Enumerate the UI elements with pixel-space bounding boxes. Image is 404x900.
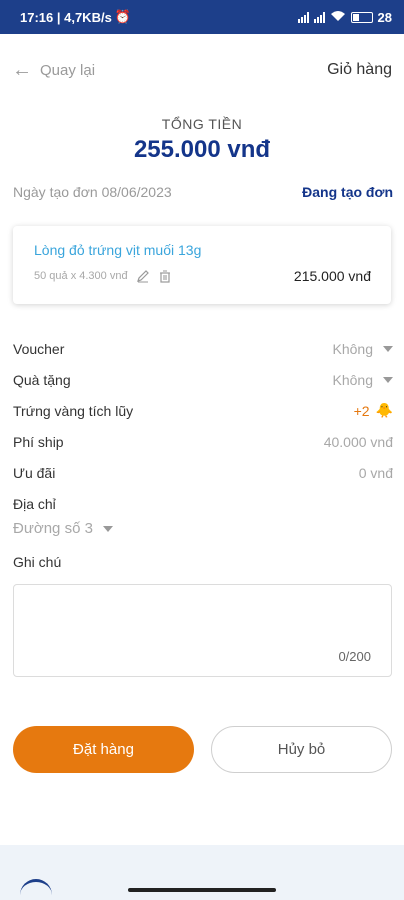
gift-select[interactable]: Không [333, 372, 393, 388]
points-value: +2 [353, 402, 370, 419]
home-indicator[interactable] [128, 888, 276, 892]
order-info: Ngày tạo đơn 08/06/2023 Đang tạo đơn [13, 184, 393, 200]
points-row: Trứng vàng tích lũy +2 🐥 [13, 395, 393, 426]
cancel-button[interactable]: Hủy bỏ [211, 726, 392, 773]
cart-item-qty: 50 quả x 4.300 vnđ [34, 270, 128, 282]
shipping-row: Phí ship 40.000 vnđ [13, 426, 393, 457]
trash-icon[interactable] [158, 269, 172, 283]
cart-item-name[interactable]: Lòng đỏ trứng vịt muối 13g [34, 242, 371, 258]
cart-item-price: 215.000 vnđ [293, 268, 371, 284]
bottom-avatar [20, 879, 52, 900]
caret-down-icon [102, 525, 113, 532]
note-counter: 0/200 [338, 649, 371, 664]
total-amount: 255.000 vnđ [133, 136, 271, 163]
order-created-date: Ngày tạo đơn 08/06/2023 [13, 184, 172, 200]
address-row: Địa chỉ [13, 488, 393, 519]
shipping-label: Phí ship [13, 433, 64, 450]
address-value: Đường số 3 [13, 520, 93, 537]
note-textarea[interactable]: 0/200 [13, 584, 392, 677]
wifi-icon [330, 10, 346, 25]
arrow-left-icon: ← [12, 58, 32, 81]
address-label: Địa chỉ [13, 495, 56, 512]
status-bar: 17:16 | 4,7KB/s ⏰ 28 [0, 0, 404, 34]
voucher-label: Voucher [13, 340, 65, 357]
coin-icon: 🐥 [375, 402, 393, 418]
battery-icon [350, 11, 373, 23]
discount-row: Ưu đãi 0 vnđ [13, 457, 393, 488]
edit-icon[interactable] [136, 269, 150, 283]
total-section: TỔNG TIỀN 255.000 vnđ [0, 116, 404, 164]
back-label: Quay lại [40, 61, 96, 79]
battery-level: 28 [377, 9, 392, 25]
total-label: TỔNG TIỀN [161, 116, 243, 132]
shipping-value: 40.000 vnđ [323, 433, 393, 450]
signal-icon-2 [313, 11, 325, 23]
voucher-select[interactable]: Không [333, 341, 393, 357]
discount-value: 0 vnđ [358, 464, 393, 481]
page-title: Giỏ hàng [327, 61, 392, 78]
status-time: 17:16 | 4,7KB/s [20, 9, 112, 25]
signal-icon [297, 11, 309, 23]
caret-down-icon [383, 345, 393, 352]
voucher-row[interactable]: Voucher Không [13, 333, 393, 364]
note-label: Ghi chú [13, 554, 62, 570]
top-bar: ← Quay lại Giỏ hàng [0, 50, 404, 90]
gift-row[interactable]: Quà tặng Không [13, 364, 393, 395]
alarm-icon: ⏰ [114, 9, 131, 24]
order-summary: Voucher Không Quà tặng Không Trứng vàng … [13, 333, 393, 519]
caret-down-icon [383, 376, 393, 383]
place-order-button[interactable]: Đặt hàng [13, 726, 194, 773]
order-status: Đang tạo đơn [302, 184, 393, 200]
address-select[interactable]: Đường số 3 [13, 520, 113, 537]
gift-value: Không [332, 371, 373, 388]
points-label: Trứng vàng tích lũy [13, 402, 134, 419]
cart-item-card: Lòng đỏ trứng vịt muối 13g 50 quả x 4.30… [13, 226, 391, 304]
voucher-value: Không [332, 340, 373, 357]
discount-label: Ưu đãi [13, 464, 56, 481]
gift-label: Quà tặng [13, 371, 71, 388]
back-button[interactable]: ← Quay lại [12, 59, 95, 82]
